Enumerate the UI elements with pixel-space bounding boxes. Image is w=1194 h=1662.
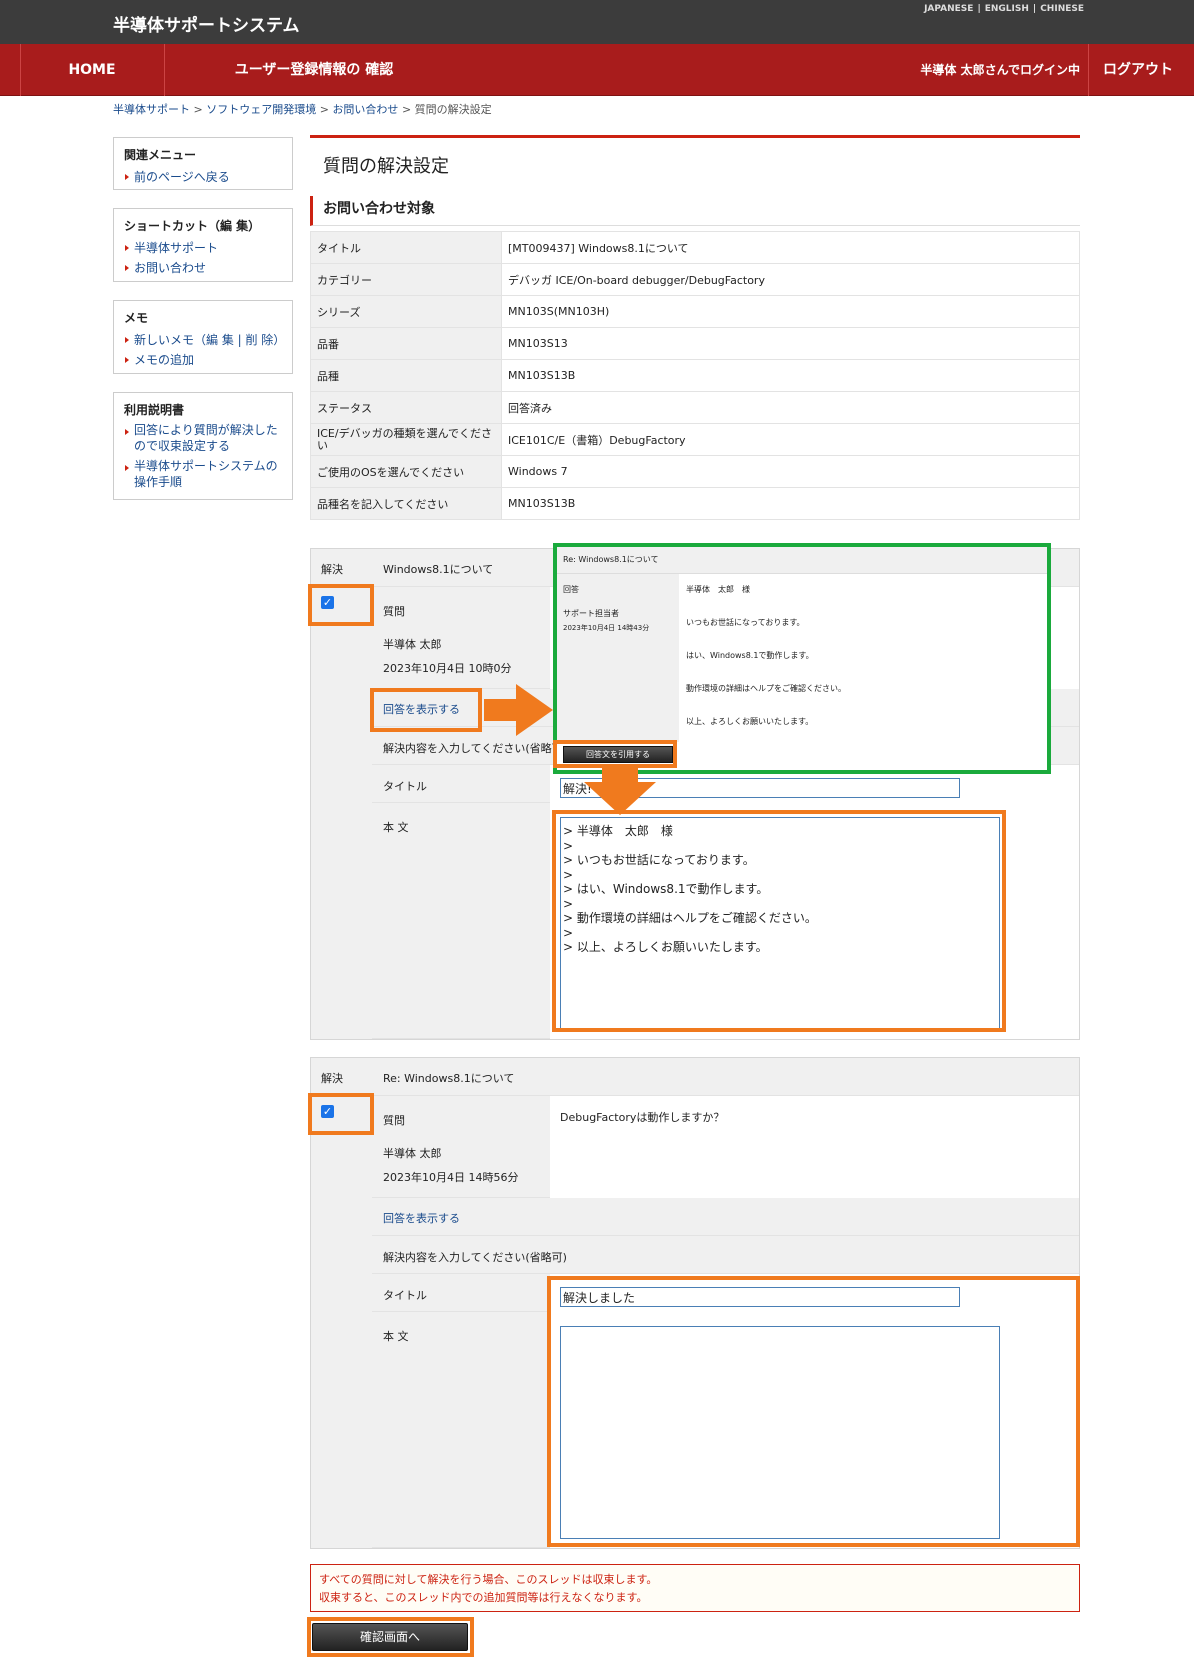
info-value: MN103S13 bbox=[501, 327, 1080, 360]
info-key: シリーズ bbox=[310, 295, 502, 328]
info-key: 品種 bbox=[310, 359, 502, 392]
info-row: ステータス 回答済み bbox=[310, 391, 1080, 424]
info-value: Windows 7 bbox=[501, 455, 1080, 488]
lang-chinese-link[interactable]: CHINESE bbox=[1040, 4, 1084, 14]
info-value: MN103S13B bbox=[501, 359, 1080, 392]
breadcrumb: 半導体サポート > ソフトウェア開発環境 > お問い合わせ > 質問の解決設定 bbox=[113, 101, 492, 117]
checkbox-highlight-1 bbox=[308, 584, 374, 626]
resolve-notice: すべての質問に対して解決を行う場合、このスレッドは収束します。 収束すると、この… bbox=[310, 1564, 1080, 1612]
question-label: 質問 bbox=[383, 605, 405, 618]
lang-english-link[interactable]: ENGLISH bbox=[985, 4, 1029, 14]
confirm-button-highlight bbox=[307, 1617, 474, 1657]
info-row: 品種 MN103S13B bbox=[310, 359, 1080, 392]
question-label: 質問 bbox=[383, 1114, 405, 1127]
resolve-label: 解決 bbox=[321, 1072, 343, 1085]
info-value: MN103S13B bbox=[501, 487, 1080, 520]
resolve-title-input[interactable]: 解決! bbox=[560, 778, 960, 798]
info-row: カテゴリー デバッガ ICE/On-board debugger/DebugFac… bbox=[310, 263, 1080, 296]
show-answer-link[interactable]: 回答を表示する bbox=[383, 1210, 460, 1226]
info-value: デバッガ ICE/On-board debugger/DebugFactory bbox=[501, 263, 1080, 296]
memo-new-link[interactable]: 新しいメモ（編 集 | 削 除） bbox=[124, 330, 285, 350]
notice-line-1: すべての質問に対して解決を行う場合、このスレッドは収束します。 bbox=[319, 1573, 658, 1586]
body-label: 本 文 bbox=[383, 1330, 409, 1343]
quote-button-highlight bbox=[553, 740, 677, 768]
inquiry-info-table: タイトル [MT009437] Windows8.1について カテゴリー デバッガ I… bbox=[310, 231, 1080, 520]
question-subject: Windows8.1について bbox=[383, 563, 494, 576]
info-row: 品番 MN103S13 bbox=[310, 327, 1080, 360]
sidebar-manual: 利用説明書 回答により質問が解決したので収束設定する 半導体サポートシステムの操… bbox=[113, 392, 293, 500]
notice-line-2: 収束すると、このスレッド内での追加質問等は行えなくなります。 bbox=[319, 1591, 648, 1604]
info-value: 回答済み bbox=[501, 391, 1080, 424]
body-highlight bbox=[552, 810, 1006, 1032]
question-author: 半導体 太郎 bbox=[383, 638, 442, 651]
resolve-input-highlight bbox=[547, 1276, 1080, 1547]
checkbox-highlight-2 bbox=[308, 1093, 374, 1135]
breadcrumb-software[interactable]: ソフトウェア開発環境 bbox=[206, 103, 316, 116]
breadcrumb-inquiry[interactable]: お問い合わせ bbox=[332, 103, 398, 116]
body-label: 本 文 bbox=[383, 821, 409, 834]
breadcrumb-sep: > bbox=[401, 103, 412, 116]
info-row: ご使用のOSを選んでください Windows 7 bbox=[310, 455, 1080, 488]
related-menu-title: 関連メニュー bbox=[124, 148, 197, 162]
page-title: 質問の解決設定 bbox=[323, 156, 449, 177]
memo-title: メモ bbox=[124, 311, 149, 325]
body-label-cell bbox=[372, 803, 550, 1039]
breadcrumb-sep: > bbox=[193, 103, 203, 116]
logout-button[interactable]: ログアウト bbox=[1088, 44, 1188, 96]
info-row: ICE/デバッガの種類を選んでください ICE101C/E（書箱）DebugFac… bbox=[310, 423, 1080, 456]
resolve-prompt: 解決内容を入力してください(省略可) bbox=[383, 1251, 567, 1264]
shortcut-support-link[interactable]: 半導体サポート bbox=[124, 238, 282, 258]
memo-add-link[interactable]: メモの追加 bbox=[124, 350, 282, 370]
resolve-label: 解決 bbox=[321, 563, 343, 576]
info-key: タイトル bbox=[310, 231, 502, 264]
lang-japanese-link[interactable]: JAPANESE bbox=[924, 4, 973, 14]
shortcut-title[interactable]: ショートカット（編 集） bbox=[124, 217, 282, 234]
nav-user-info[interactable]: ユーザー登録情報の 確認 bbox=[164, 44, 464, 96]
info-key: ご使用のOSを選んでください bbox=[310, 455, 502, 488]
top-bar: 半導体サポートシステム JAPANESE | ENGLISH | CHINESE bbox=[0, 0, 1194, 44]
site-title[interactable]: 半導体サポートシステム bbox=[113, 11, 300, 36]
info-key: ステータス bbox=[310, 391, 502, 424]
info-key: ICE/デバッガの種類を選んでください bbox=[310, 423, 502, 456]
shortcut-inquiry-link[interactable]: お問い合わせ bbox=[124, 258, 282, 278]
section-title: お問い合わせ対象 bbox=[310, 196, 1080, 226]
question-subject: Re: Windows8.1について bbox=[383, 1072, 515, 1085]
title-rule bbox=[310, 135, 1080, 138]
manual-title: 利用説明書 bbox=[124, 403, 185, 417]
info-value: ICE101C/E（書箱）DebugFactory bbox=[501, 423, 1080, 456]
info-key: カテゴリー bbox=[310, 263, 502, 296]
info-row: 品種名を記入してください MN103S13B bbox=[310, 487, 1080, 520]
sidebar-shortcut: ショートカット（編 集） 半導体サポート お問い合わせ bbox=[113, 208, 293, 282]
question-date: 2023年10月4日 10時0分 bbox=[383, 662, 512, 675]
breadcrumb-current: 質問の解決設定 bbox=[414, 103, 492, 116]
title-label: タイトル bbox=[383, 780, 427, 793]
breadcrumb-support[interactable]: 半導体サポート bbox=[113, 103, 190, 116]
info-key: 品番 bbox=[310, 327, 502, 360]
manual-resolve-link[interactable]: 回答により質問が解決したので収束設定する bbox=[124, 422, 282, 454]
question-author: 半導体 太郎 bbox=[383, 1147, 442, 1160]
info-row: シリーズ MN103S(MN103H) bbox=[310, 295, 1080, 328]
breadcrumb-sep: > bbox=[319, 103, 329, 116]
info-row: タイトル [MT009437] Windows8.1について bbox=[310, 231, 1080, 264]
question-text: DebugFactoryは動作しますか？ bbox=[560, 1111, 725, 1124]
manual-operation-link[interactable]: 半導体サポートシステムの操作手順 bbox=[124, 458, 282, 490]
info-key: 品種名を記入してください bbox=[310, 487, 502, 520]
sidebar-related-menu: 関連メニュー 前のページへ戻る bbox=[113, 137, 293, 190]
sidebar-back-link[interactable]: 前のページへ戻る bbox=[124, 167, 282, 187]
main-nav: HOME ユーザー登録情報の 確認 半導体 太郎さんでログイン中 ログアウト bbox=[0, 44, 1194, 96]
question-date: 2023年10月4日 14時56分 bbox=[383, 1171, 519, 1184]
resolve-prompt: 解決内容を入力してください(省略可) bbox=[383, 742, 567, 755]
nav-home[interactable]: HOME bbox=[20, 44, 164, 96]
language-switcher: JAPANESE | ENGLISH | CHINESE bbox=[924, 4, 1084, 14]
body-label-cell bbox=[372, 1312, 550, 1548]
info-value: [MT009437] Windows8.1について bbox=[501, 231, 1080, 264]
info-value: MN103S(MN103H) bbox=[501, 295, 1080, 328]
login-status: 半導体 太郎さんでログイン中 bbox=[920, 63, 1080, 77]
show-answer-row bbox=[372, 1198, 1079, 1236]
title-label: タイトル bbox=[383, 1289, 427, 1302]
sidebar-memo: メモ 新しいメモ（編 集 | 削 除） メモの追加 bbox=[113, 300, 293, 374]
show-answer-highlight bbox=[370, 688, 482, 732]
